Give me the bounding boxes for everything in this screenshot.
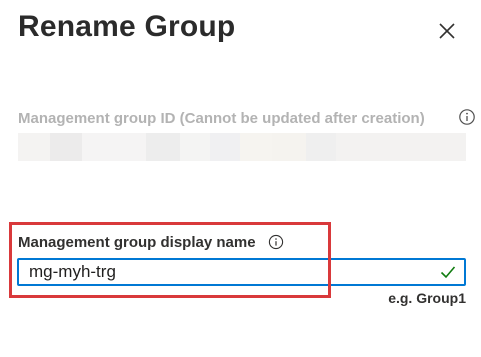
- display-name-label: Management group display name: [18, 233, 256, 251]
- rename-group-panel: Rename Group Management group ID (Cannot…: [0, 0, 481, 357]
- group-id-field: [18, 133, 466, 161]
- display-name-field[interactable]: [17, 258, 466, 286]
- close-icon: [439, 23, 455, 39]
- group-id-label-row: Management group ID (Cannot be updated a…: [18, 107, 478, 129]
- group-id-label: Management group ID (Cannot be updated a…: [18, 109, 425, 127]
- checkmark-icon: [440, 266, 456, 279]
- display-name-label-row: Management group display name: [18, 232, 284, 252]
- info-icon[interactable]: [268, 234, 284, 250]
- display-name-input[interactable]: [19, 260, 439, 284]
- display-name-hint: e.g. Group1: [388, 290, 466, 306]
- close-button[interactable]: [434, 18, 460, 44]
- info-icon[interactable]: [458, 108, 476, 126]
- panel-title: Rename Group: [18, 10, 236, 43]
